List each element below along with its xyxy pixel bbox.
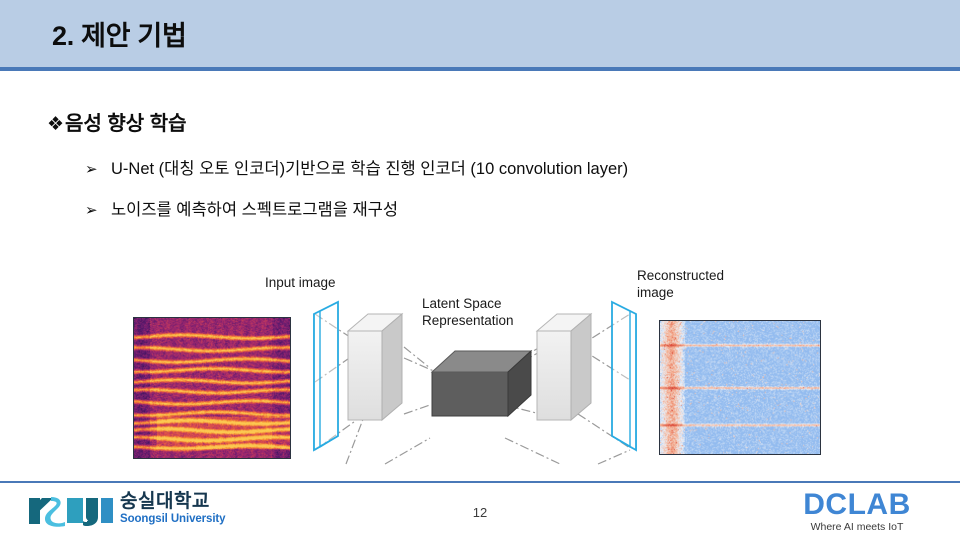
list-item-label: U-Net (대칭 오토 인코더)기반으로 학습 진행 인코더 (10 conv… — [111, 160, 629, 178]
dclab-logo: DCLAB Where AI meets IoT — [782, 488, 932, 534]
slide-canvas: 2. 제안 기법 ❖음성 향상 학습 ➢ U-Net (대칭 오토 인코더)기반으… — [0, 0, 960, 540]
diamond-bullet-icon: ❖ — [47, 114, 65, 135]
list-item: ➢ 노이즈를 예측하여 스펙트로그램을 재구성 — [85, 196, 398, 220]
soongsil-university-logo: 숭실대학교 Soongsil University — [27, 491, 232, 531]
encoder-input-plane — [313, 300, 339, 452]
list-item: ➢ U-Net (대칭 오토 인코더)기반으로 학습 진행 인코더 (10 con… — [85, 155, 628, 179]
soongsil-korean-name: 숭실대학교 — [120, 491, 210, 512]
encoder-slab — [346, 312, 404, 422]
dclab-tagline: Where AI meets IoT — [810, 521, 904, 533]
page-title: 2. 제안 기법 — [52, 21, 187, 51]
section-heading-label: 음성 향상 학습 — [65, 113, 187, 135]
header-divider — [0, 67, 960, 71]
autoencoder-diagram: Input image Latent Space Representation … — [0, 250, 960, 475]
section-heading: ❖음성 향상 학습 — [47, 107, 187, 136]
arrow-bullet-icon: ➢ — [85, 161, 98, 178]
soongsil-logo-mark — [29, 497, 113, 527]
soongsil-logo-text: 숭실대학교 Soongsil University — [120, 491, 226, 526]
latent-space-cube — [430, 349, 533, 418]
list-item-label: 노이즈를 예측하여 스펙트로그램을 재구성 — [111, 201, 398, 219]
decoder-slab — [535, 312, 593, 422]
soongsil-english-name: Soongsil University — [120, 513, 226, 525]
arrow-bullet-icon: ➢ — [85, 202, 98, 219]
decoder-output-plane — [611, 300, 637, 452]
network-shapes — [313, 300, 637, 465]
dclab-name: DCLAB — [803, 488, 911, 521]
footer-divider — [0, 481, 960, 483]
